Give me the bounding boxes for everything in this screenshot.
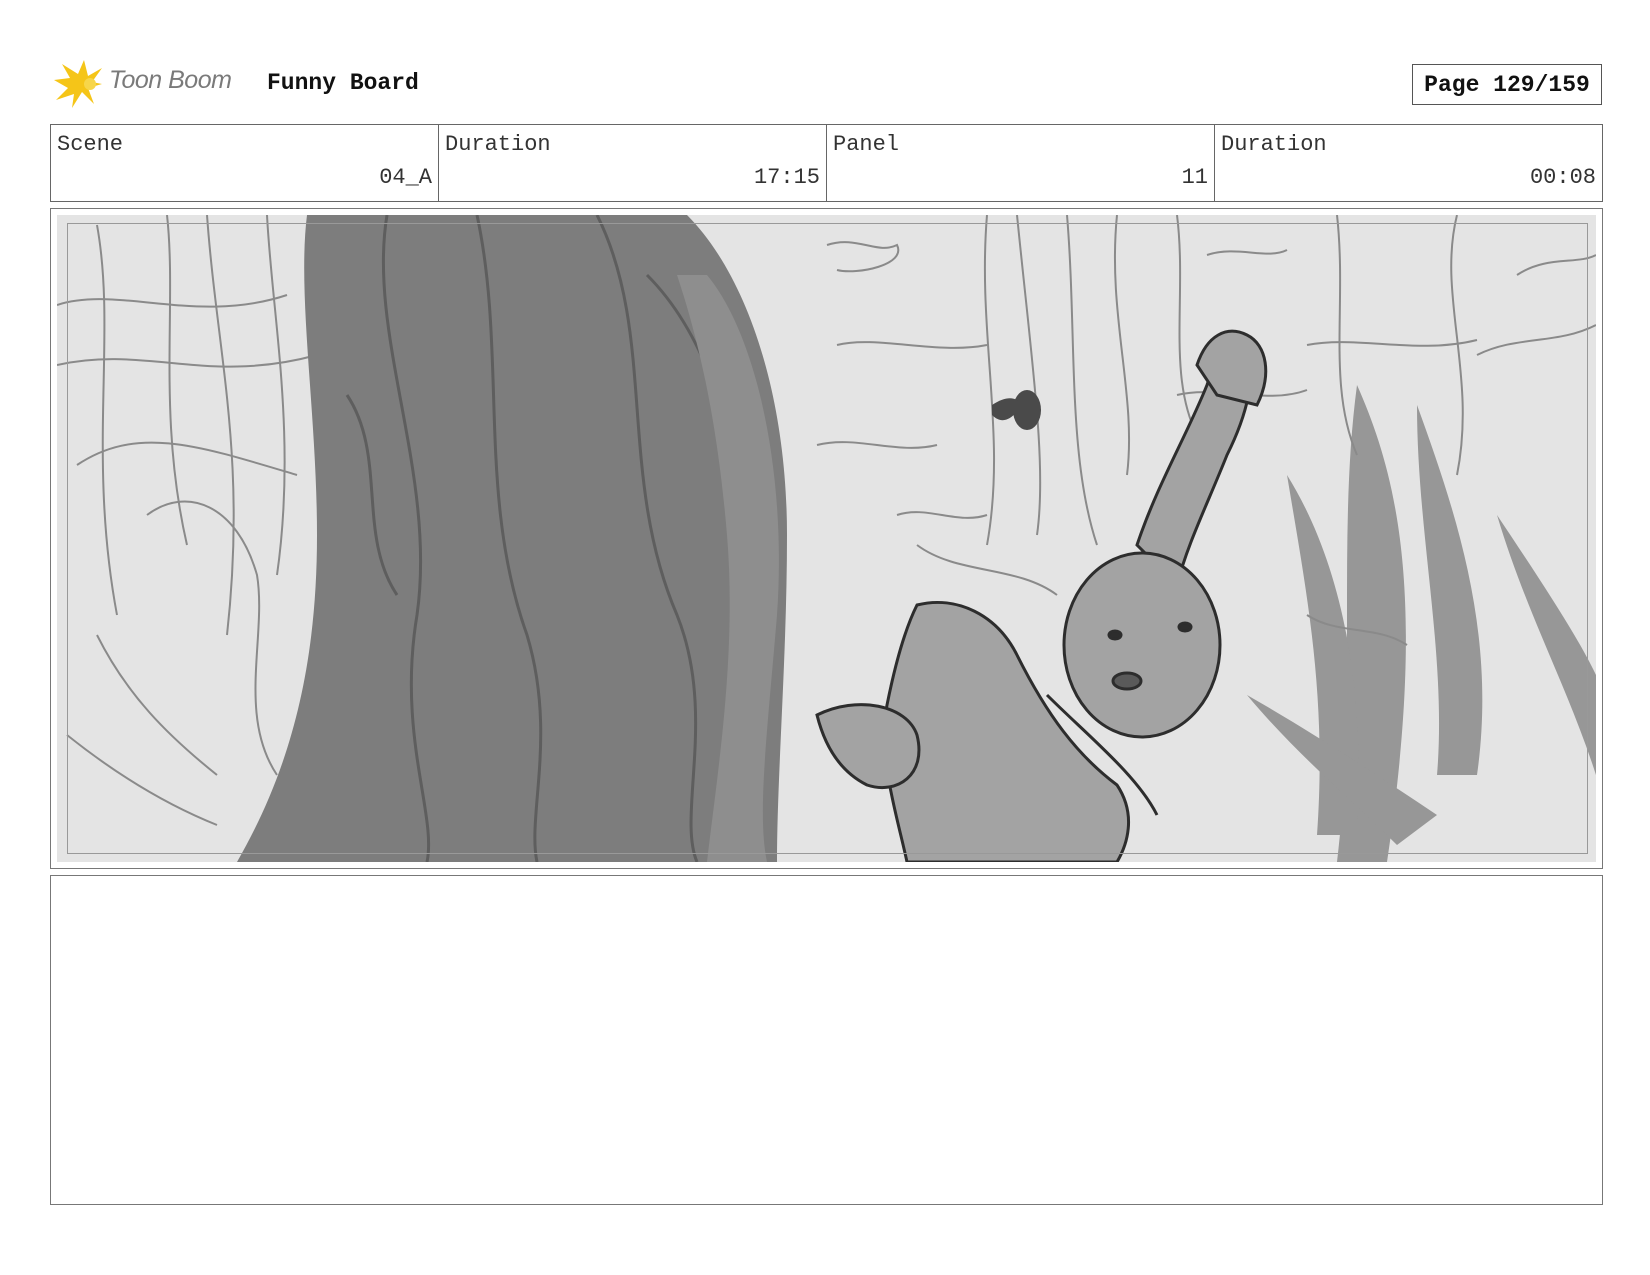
- storyboard-panel: [50, 208, 1603, 869]
- panel-label: Panel: [833, 132, 900, 157]
- panel-notes-box[interactable]: [50, 875, 1603, 1205]
- scene-duration-cell: Duration 17:15: [439, 125, 827, 201]
- panel-duration-label: Duration: [1221, 132, 1327, 157]
- panel-cell: Panel 11: [827, 125, 1215, 201]
- safe-area-frame: [67, 223, 1588, 854]
- panel-sketch-image: [57, 215, 1596, 862]
- scene-cell: Scene 04_A: [51, 125, 439, 201]
- toon-boom-star-logo-icon: [54, 60, 102, 108]
- logo-text: Toon Boom: [109, 66, 232, 94]
- panel-value: 11: [1181, 165, 1208, 190]
- page-indicator: Page 129/159: [1412, 64, 1602, 105]
- scene-duration-label: Duration: [445, 132, 551, 157]
- scene-value: 04_A: [379, 165, 432, 190]
- panel-duration-cell: Duration 00:08: [1215, 125, 1602, 201]
- scene-label: Scene: [57, 132, 124, 157]
- panel-duration-value: 00:08: [1529, 165, 1596, 190]
- toon-boom-logo: Toon Boom: [54, 58, 254, 110]
- scene-duration-value: 17:15: [753, 165, 820, 190]
- board-title: Funny Board: [267, 70, 419, 96]
- panel-info-row: Scene 04_A Duration 17:15 Panel 11 Durat…: [50, 124, 1603, 202]
